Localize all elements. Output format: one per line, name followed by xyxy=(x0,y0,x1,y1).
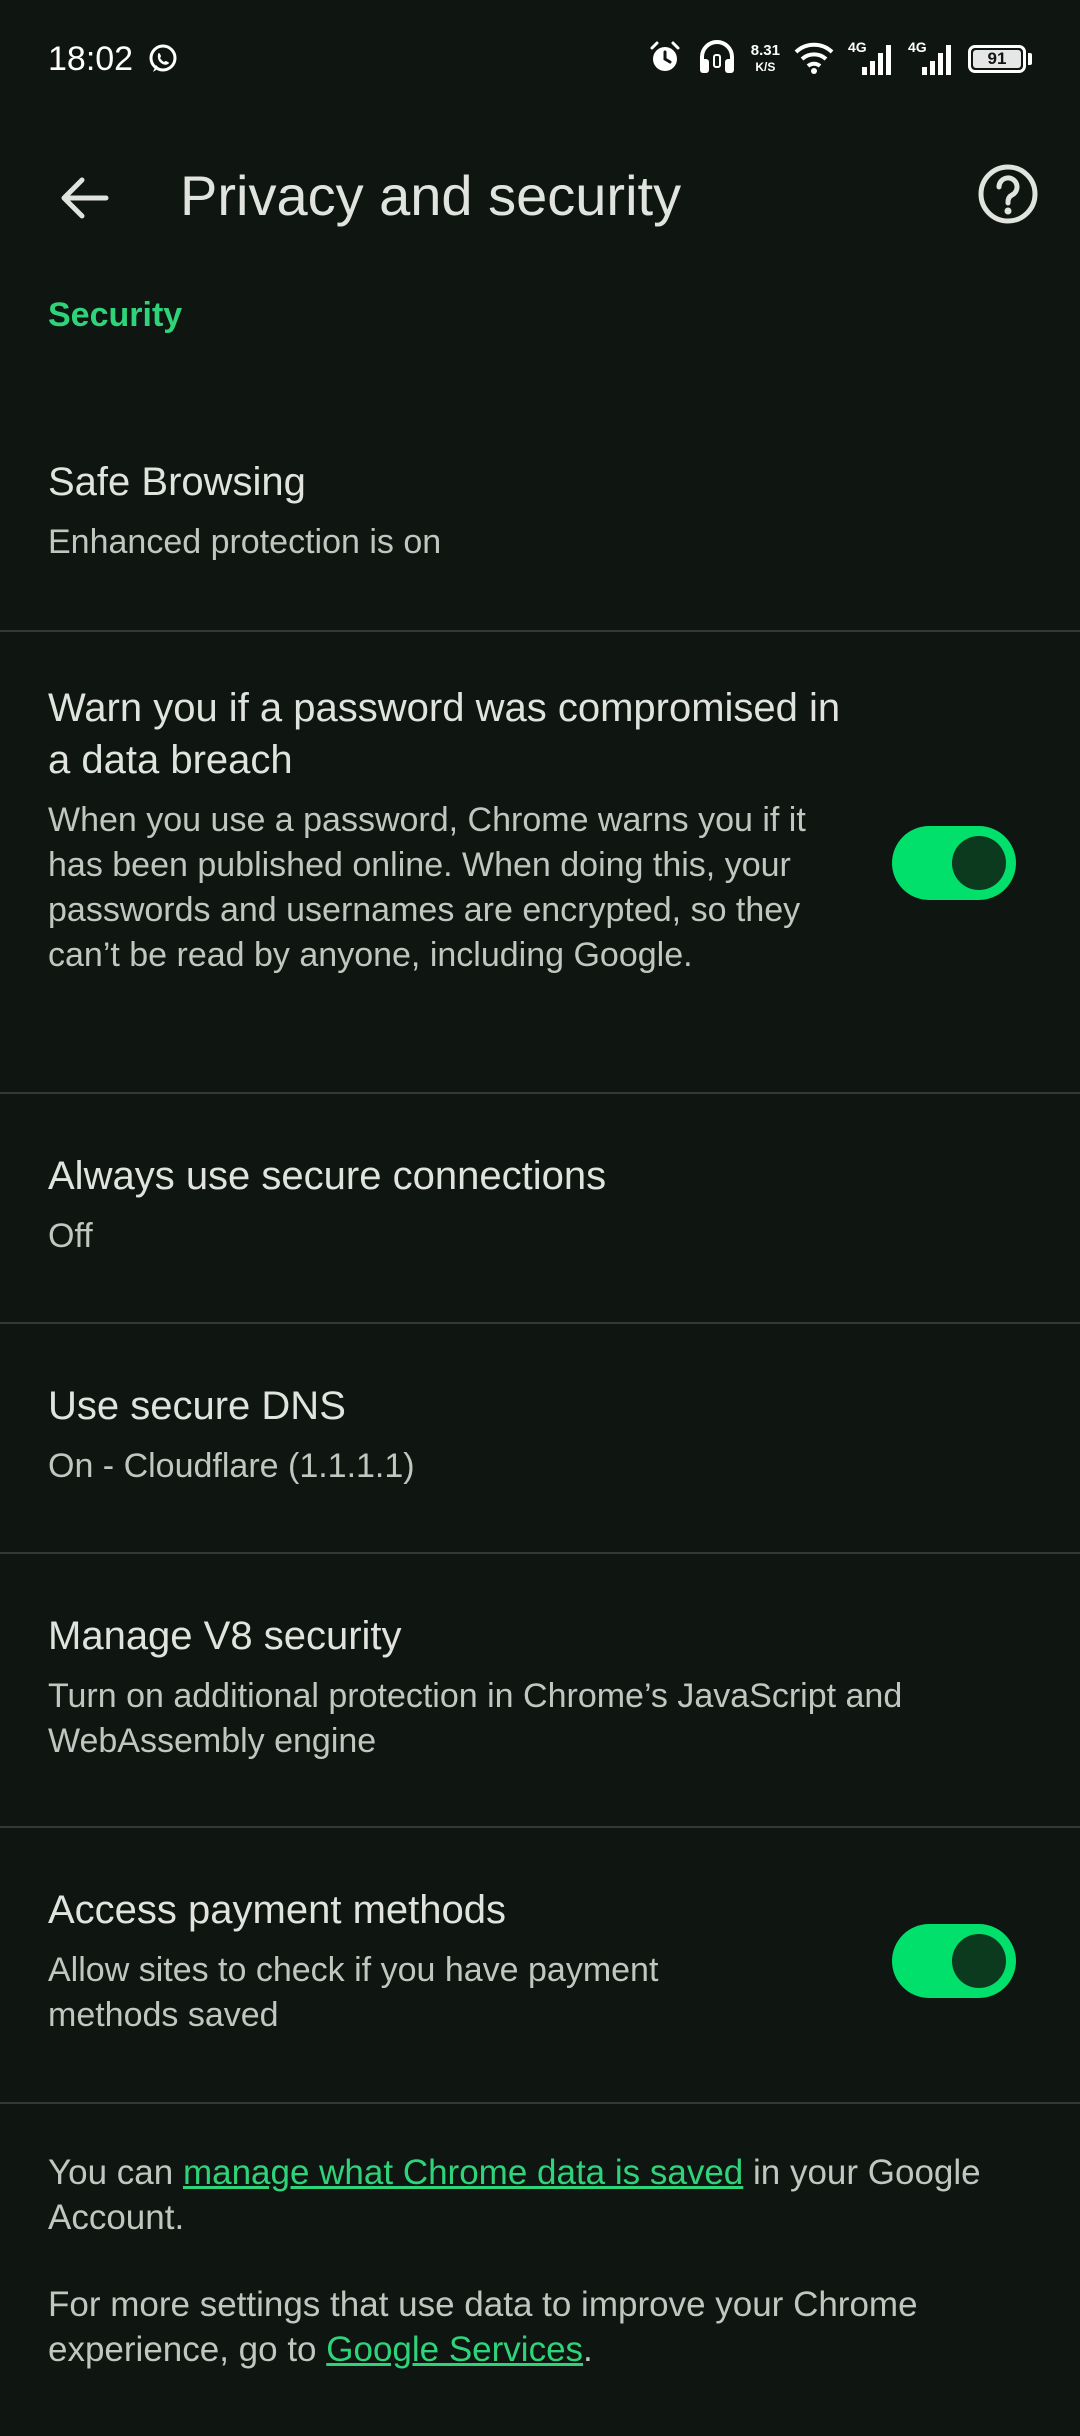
page-title: Privacy and security xyxy=(180,164,682,227)
section-header-security: Security xyxy=(48,296,183,334)
item-summary: Turn on additional protection in Chrome’… xyxy=(48,1677,903,1760)
arrow-back-icon xyxy=(61,177,109,219)
network-speed-unit: K/S xyxy=(755,60,776,74)
status-bar: 18:02 8.31 K/S 4G 4G 91 xyxy=(0,0,1080,118)
chrome-data-paragraph: You can manage what Chrome data is saved… xyxy=(48,2150,1032,2240)
payment-methods-item[interactable]: Access payment methods Allow sites to ch… xyxy=(0,1828,1080,2104)
alarm-icon xyxy=(647,39,683,80)
password-breach-warning-item[interactable]: Warn you if a password was compromised i… xyxy=(0,632,1080,1094)
google-services-paragraph: For more settings that use data to impro… xyxy=(48,2282,1032,2372)
secure-dns-item[interactable]: Use secure DNS On - Cloudflare (1.1.1.1) xyxy=(0,1324,1080,1554)
google-services-link[interactable]: Google Services xyxy=(326,2330,583,2369)
back-button[interactable] xyxy=(40,154,128,242)
secure-connections-item[interactable]: Always use secure connections Off xyxy=(0,1094,1080,1324)
item-summary: When you use a password, Chrome warns yo… xyxy=(48,801,806,974)
status-icons: 8.31 K/S 4G 4G 91 xyxy=(647,39,1032,80)
item-summary: Allow sites to check if you have payment… xyxy=(48,1951,659,2034)
cellular-signal-2-icon: 4G xyxy=(908,39,954,77)
help-button[interactable] xyxy=(966,152,1050,236)
item-title: Access payment methods xyxy=(48,1888,506,1932)
item-title: Safe Browsing xyxy=(48,460,306,504)
item-title: Always use secure connections xyxy=(48,1154,607,1198)
cellular-signal-icon: 4G xyxy=(848,39,894,77)
item-title: Use secure DNS xyxy=(48,1384,346,1428)
toggle-thumb xyxy=(952,1934,1006,1988)
battery-icon: 91 xyxy=(968,45,1032,73)
item-summary: On - Cloudflare (1.1.1.1) xyxy=(48,1447,415,1485)
manage-chrome-data-link[interactable]: manage what Chrome data is saved xyxy=(183,2153,743,2192)
footer-text: You can xyxy=(48,2153,183,2192)
item-summary: Off xyxy=(48,1217,93,1255)
app-bar: Privacy and security xyxy=(0,118,1080,268)
whatsapp-icon xyxy=(147,43,179,75)
status-time: 18:02 xyxy=(48,39,134,78)
safe-browsing-item[interactable]: Safe Browsing Enhanced protection is on xyxy=(0,396,1080,632)
help-icon xyxy=(978,164,1038,224)
payment-methods-toggle[interactable] xyxy=(892,1924,1016,1998)
footer-text: . xyxy=(583,2330,593,2369)
network-speed-value: 8.31 xyxy=(750,42,780,59)
item-title: Warn you if a password was compromised i… xyxy=(48,686,841,782)
headphones-icon xyxy=(697,39,737,80)
footer-info: You can manage what Chrome data is saved… xyxy=(48,2150,1032,2372)
settings-list: Safe Browsing Enhanced protection is on … xyxy=(0,396,1080,2104)
battery-level: 91 xyxy=(973,49,1021,68)
wifi-icon xyxy=(794,40,834,79)
toggle-thumb xyxy=(952,836,1006,890)
password-breach-toggle[interactable] xyxy=(892,826,1016,900)
v8-security-item[interactable]: Manage V8 security Turn on additional pr… xyxy=(0,1554,1080,1828)
item-summary: Enhanced protection is on xyxy=(48,523,442,561)
item-title: Manage V8 security xyxy=(48,1614,402,1658)
network-speed: 8.31 K/S xyxy=(751,43,780,75)
